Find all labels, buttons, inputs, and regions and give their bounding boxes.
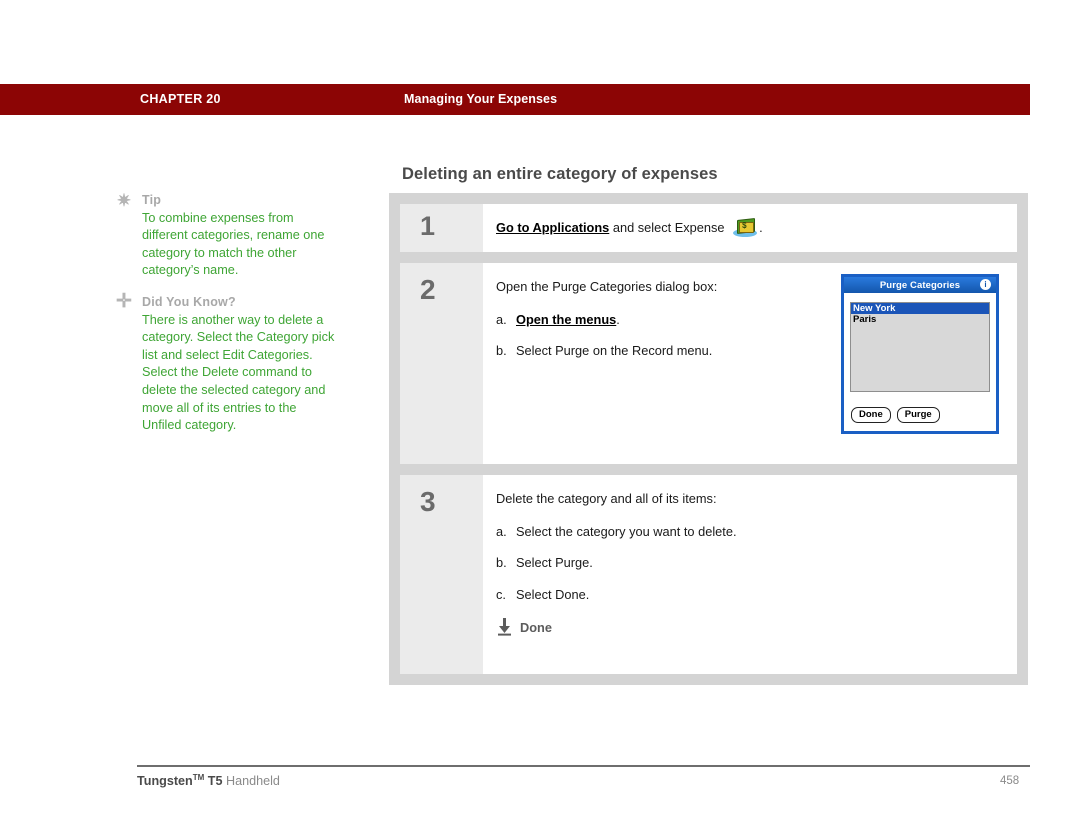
step-1-instruction-rest: and select Expense [609, 220, 725, 235]
sidebar-note-didyouknow-heading: Did You Know? [142, 294, 236, 309]
purge-categories-title-text: Purge Categories [879, 279, 961, 291]
step-2-item-b-marker: b. [496, 343, 507, 358]
footer-product-rest: Handheld [226, 774, 280, 788]
sidebar-note-tip-body: To combine expenses from different categ… [142, 210, 325, 278]
step-3-item-a: a. Select the category you want to delet… [496, 524, 1003, 541]
purge-categories-titlebar: Purge Categories i [844, 277, 996, 293]
step-2-text-column: Open the Purge Categories dialog box: a.… [496, 279, 752, 360]
footer-divider [137, 765, 1030, 767]
category-list-item[interactable]: Paris [851, 314, 989, 325]
step-3-item-b: b. Select Purge. [496, 555, 1003, 572]
step-3-item-c-text: Select Done. [516, 586, 590, 602]
step-3-done-label: Done [520, 619, 552, 635]
step-2-number: 2 [400, 263, 483, 464]
dialog-button-row: Done Purge [851, 407, 940, 423]
trademark-icon: TM [192, 773, 205, 782]
sidebar-note-didyouknow-body: There is another way to delete a categor… [142, 312, 335, 433]
open-the-menus-link[interactable]: Open the menus [516, 312, 616, 327]
step-3-done-marker: Done [496, 618, 1003, 636]
plus-icon: ✛ [116, 290, 132, 312]
step-1-instruction: Go to Applications and select Expense $ … [496, 218, 1003, 238]
step-1-number: 1 [400, 204, 483, 252]
step-3-body: Delete the category and all of its items… [483, 475, 1017, 674]
go-to-applications-link[interactable]: Go to Applications [496, 220, 609, 235]
step-3-item-a-marker: a. [496, 523, 507, 539]
step-3-item-c: c. Select Done. [496, 587, 1003, 604]
step-3-item-c-marker: c. [496, 586, 506, 602]
download-arrow-icon [498, 618, 511, 636]
category-list-item-selected[interactable]: New York [851, 303, 989, 314]
footer-product-model: T5 [204, 774, 226, 788]
step-3-item-a-text: Select the category you want to delete. [516, 523, 737, 539]
step-2: 2 Open the Purge Categories dialog box: … [400, 263, 1017, 464]
section-title: Managing Your Expenses [404, 92, 558, 106]
chapter-label: CHAPTER 20 [140, 92, 221, 106]
info-icon[interactable]: i [980, 279, 991, 290]
step-2-item-a-text: Open the menus. [516, 312, 752, 329]
sidebar-notes: ✷ Tip To combine expenses from different… [115, 192, 335, 449]
done-button[interactable]: Done [851, 407, 891, 423]
step-2-item-b: b. Select Purge on the Record menu. [496, 343, 752, 360]
step-2-item-a-marker: a. [496, 311, 507, 327]
step-1-instruction-tail: . [759, 220, 763, 235]
steps-panel: 1 Go to Applications and select Expense … [389, 193, 1028, 685]
sidebar-note-didyouknow: ✛ Did You Know? There is another way to … [115, 290, 335, 435]
step-2-instruction: Open the Purge Categories dialog box: [496, 279, 718, 294]
step-2-item-a: a. Open the menus. [496, 312, 752, 329]
sidebar-note-tip-heading: Tip [142, 193, 162, 207]
footer-product-bold: Tungsten [137, 774, 193, 788]
page-number: 458 [1000, 775, 1020, 787]
step-3-item-b-text: Select Purge. [516, 555, 593, 570]
sidebar-note-tip: ✷ Tip To combine expenses from different… [115, 192, 335, 280]
purge-categories-dialog: Purge Categories i New York Paris Done P… [841, 274, 999, 434]
footer-product-name: TungstenTM T5 Handheld [137, 773, 280, 788]
step-2-body: Open the Purge Categories dialog box: a.… [483, 263, 1017, 464]
step-3-instruction: Delete the category and all of its items… [496, 491, 717, 506]
category-list[interactable]: New York Paris [850, 302, 990, 392]
step-3: 3 Delete the category and all of its ite… [400, 475, 1017, 674]
step-2-item-b-text: Select Purge on the Record menu. [516, 343, 713, 358]
expense-wallet-icon: $ [732, 218, 758, 238]
step-2-item-a-tail: . [616, 311, 620, 327]
purge-button[interactable]: Purge [896, 407, 940, 423]
step-1: 1 Go to Applications and select Expense … [400, 204, 1017, 252]
step-1-body: Go to Applications and select Expense $ … [483, 204, 1017, 252]
page-title: Deleting an entire category of expenses [402, 165, 718, 183]
step-3-number: 3 [400, 475, 483, 674]
asterisk-icon: ✷ [116, 191, 132, 210]
step-3-item-b-marker: b. [496, 555, 507, 570]
